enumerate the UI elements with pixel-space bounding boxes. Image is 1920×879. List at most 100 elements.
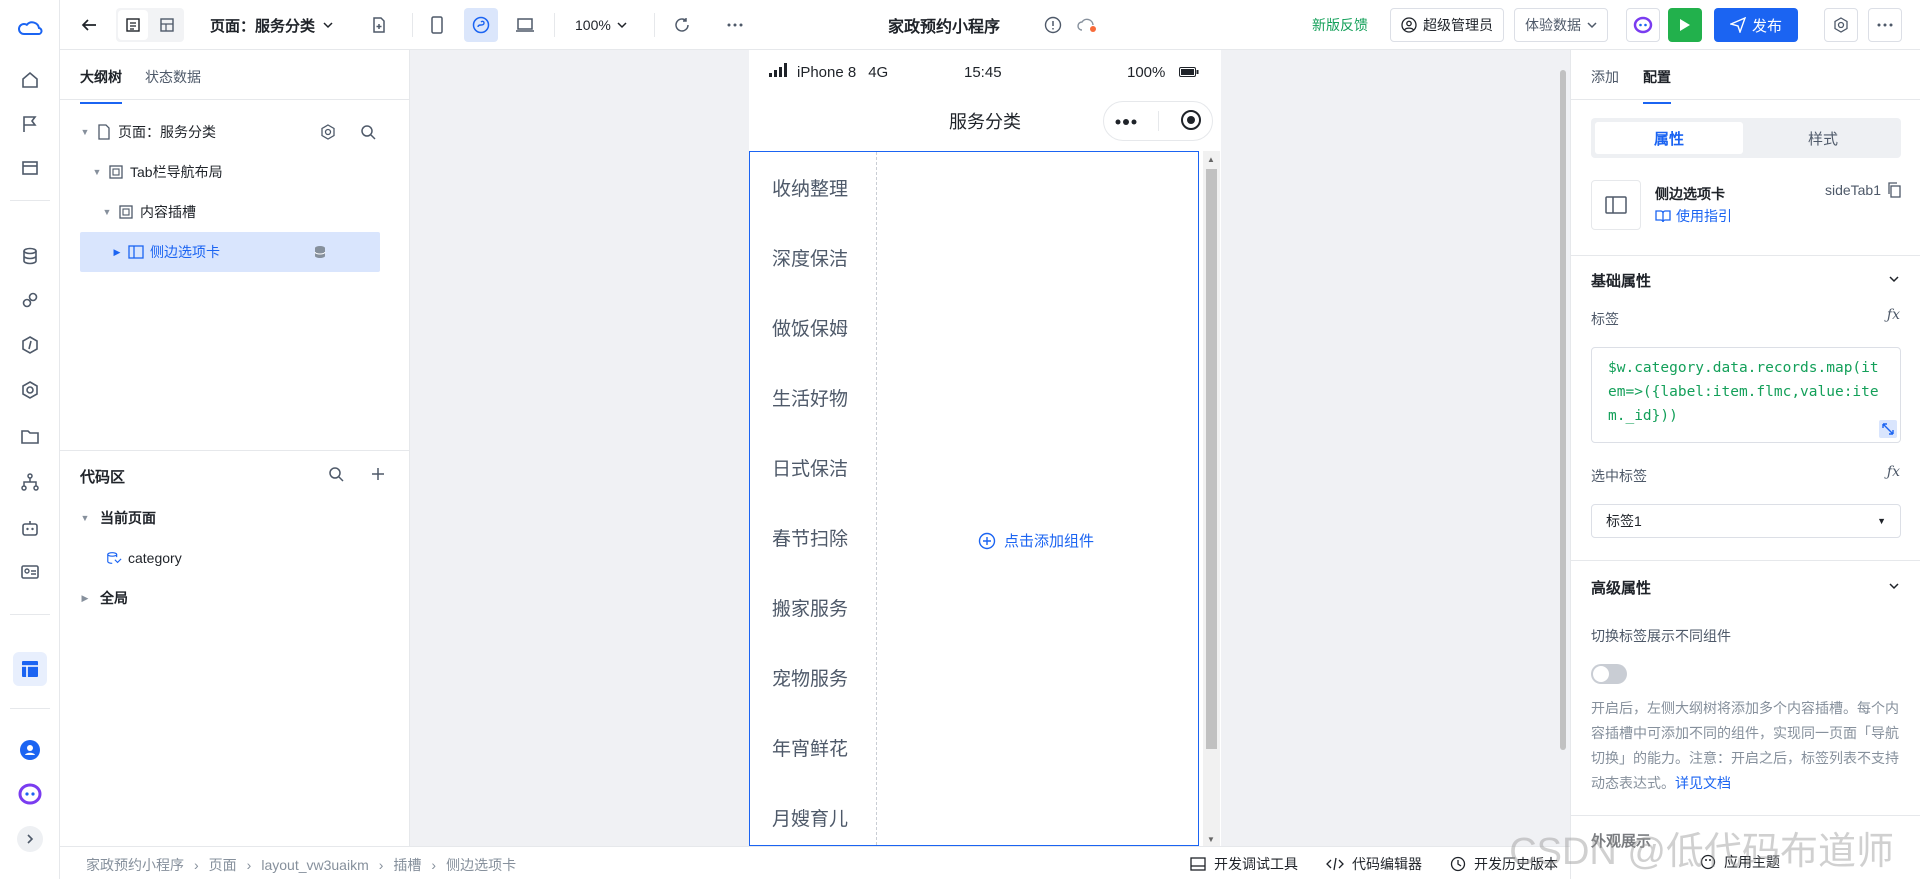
laptop-icon[interactable] <box>508 8 542 42</box>
tree-node-global[interactable]: ▶ 全局 <box>80 578 128 618</box>
tab-outline-tree[interactable]: 大纲树 <box>80 67 122 104</box>
selected-tab-select[interactable]: 标签1 ▼ <box>1591 504 1901 538</box>
store-icon[interactable] <box>16 154 44 182</box>
zoom-select[interactable]: 100% <box>575 0 627 50</box>
ai-button[interactable] <box>1626 0 1660 50</box>
back-button[interactable] <box>72 0 106 50</box>
add-component-button[interactable]: 点击添加组件 <box>978 530 1094 551</box>
workflow-icon[interactable] <box>16 468 44 496</box>
breadcrumb-item[interactable]: 家政预约小程序 <box>86 855 184 875</box>
more-menu[interactable] <box>1868 0 1902 50</box>
tree-node-page[interactable]: ▼ 页面：服务分类 <box>80 112 380 152</box>
scroll-thumb[interactable] <box>1206 169 1217 749</box>
side-tab-item[interactable]: 月嫂育儿 <box>750 782 876 845</box>
home-icon[interactable] <box>16 66 44 94</box>
tab-add[interactable]: 添加 <box>1591 67 1619 87</box>
segment-properties[interactable]: 属性 <box>1595 122 1743 154</box>
more-dots-icon[interactable] <box>1114 113 1138 129</box>
caret-down-icon[interactable]: ▼ <box>102 207 112 217</box>
breadcrumb-item[interactable]: 页面 <box>209 855 237 875</box>
caret-right-icon[interactable]: ▶ <box>80 593 90 604</box>
refresh-icon[interactable] <box>665 8 699 42</box>
chevron-down-icon[interactable] <box>1888 272 1900 288</box>
api-icon[interactable] <box>16 331 44 359</box>
expand-icon[interactable] <box>17 826 43 852</box>
label-expression-editor[interactable]: $w.category.data.records.map(item=>({lab… <box>1591 347 1901 443</box>
play-icon[interactable] <box>1668 8 1702 42</box>
caret-down-icon[interactable]: ▼ <box>80 513 90 523</box>
search-icon[interactable] <box>360 124 376 143</box>
more-horizontal-icon[interactable] <box>1868 8 1902 42</box>
side-tab-item[interactable]: 做饭保姆 <box>750 292 876 362</box>
info-icon[interactable] <box>1044 16 1062 34</box>
dev-debug-tools[interactable]: 开发调试工具 <box>1190 854 1298 874</box>
flag-icon[interactable] <box>16 110 44 138</box>
layout-view-icon[interactable] <box>152 10 182 40</box>
miniprogram-icon[interactable] <box>464 8 498 42</box>
add-page-icon[interactable] <box>362 8 396 42</box>
side-tab-item[interactable]: 日式保洁 <box>750 432 876 502</box>
tree-node-side-tab[interactable]: ▶ 侧边选项卡 <box>80 232 380 272</box>
search-icon[interactable] <box>328 466 344 485</box>
caret-right-icon[interactable]: ▶ <box>112 247 122 258</box>
tree-node-slot[interactable]: ▼ 内容插槽 <box>102 192 380 232</box>
data-mode-select[interactable]: 体验数据 <box>1514 8 1608 42</box>
tree-node-tab-layout[interactable]: ▼ Tab栏导航布局 <box>92 152 380 192</box>
code-item-category[interactable]: category <box>100 538 182 578</box>
preview-button[interactable] <box>1668 0 1702 50</box>
close-target-icon[interactable] <box>1180 109 1202 134</box>
id-card-icon[interactable] <box>16 558 44 586</box>
tree-node-current-page[interactable]: ▼ 当前页面 <box>80 498 156 538</box>
tab-config[interactable]: 配置 <box>1643 67 1671 104</box>
breadcrumb-item[interactable]: layout_vw3uaikm <box>261 857 368 873</box>
canvas-scrollbar[interactable] <box>1560 70 1566 750</box>
publish[interactable]: 发布 <box>1714 0 1799 50</box>
side-tab-component[interactable]: 收纳整理 深度保洁 做饭保姆 生活好物 日式保洁 春节扫除 搬家服务 宠物服务 … <box>749 151 1199 846</box>
copy-icon[interactable] <box>1887 182 1901 198</box>
breadcrumb-item[interactable]: 插槽 <box>393 855 421 875</box>
page-settings-icon[interactable] <box>320 124 336 143</box>
usage-guide-link[interactable]: 使用指引 <box>1655 206 1732 226</box>
phone-scrollbar[interactable]: ▲ ▼ <box>1203 151 1220 846</box>
database-icon[interactable] <box>16 242 44 270</box>
fx-icon[interactable]: ƒx <box>1887 464 1900 480</box>
link-icon[interactable] <box>16 286 44 314</box>
arrow-left-icon[interactable] <box>72 8 106 42</box>
more-button[interactable] <box>718 0 752 50</box>
settings-button[interactable] <box>1824 0 1858 50</box>
component-icon[interactable] <box>16 376 44 404</box>
page-view-icon[interactable] <box>118 10 148 40</box>
data-mode[interactable]: 体验数据 <box>1514 0 1608 50</box>
app-theme-tool[interactable]: 应用主题 <box>1700 852 1780 872</box>
side-tab-item[interactable]: 搬家服务 <box>750 572 876 642</box>
chevron-down-icon[interactable] <box>1888 579 1900 595</box>
scroll-up-icon[interactable]: ▲ <box>1207 155 1215 164</box>
more-horizontal-icon[interactable] <box>718 8 752 42</box>
ai-assistant-icon[interactable] <box>16 780 44 808</box>
segment-styles[interactable]: 样式 <box>1749 122 1897 154</box>
page-selector[interactable]: 页面：服务分类 <box>210 0 333 50</box>
user-avatar-icon[interactable] <box>16 736 44 764</box>
side-tab-item[interactable]: 宠物服务 <box>750 642 876 712</box>
plus-icon[interactable] <box>370 466 386 485</box>
side-tab-item[interactable]: 深度保洁 <box>750 222 876 292</box>
history-tool[interactable]: 开发历史版本 <box>1450 854 1558 874</box>
expand-editor-icon[interactable] <box>1879 420 1897 438</box>
ai-icon[interactable] <box>1626 8 1660 42</box>
mobile-icon[interactable] <box>420 8 454 42</box>
caret-down-icon[interactable]: ▼ <box>92 167 102 177</box>
code-editor-tool[interactable]: 代码编辑器 <box>1326 854 1422 874</box>
gear-icon[interactable] <box>1824 8 1858 42</box>
fx-icon[interactable]: ƒx <box>1887 307 1900 323</box>
feedback-link[interactable]: 新版反馈 <box>1312 0 1368 50</box>
capsule-menu[interactable] <box>1103 101 1213 141</box>
side-tab-item[interactable]: 生活好物 <box>750 362 876 432</box>
layout-icon[interactable] <box>13 652 47 686</box>
breadcrumb-item[interactable]: 侧边选项卡 <box>446 855 516 875</box>
refresh-button[interactable] <box>665 0 699 50</box>
admin-account[interactable]: 超级管理员 <box>1390 0 1504 50</box>
admin-button[interactable]: 超级管理员 <box>1390 8 1504 42</box>
robot-icon[interactable] <box>16 514 44 542</box>
side-tab-item[interactable]: 收纳整理 <box>750 152 876 222</box>
caret-down-icon[interactable]: ▼ <box>80 127 90 137</box>
